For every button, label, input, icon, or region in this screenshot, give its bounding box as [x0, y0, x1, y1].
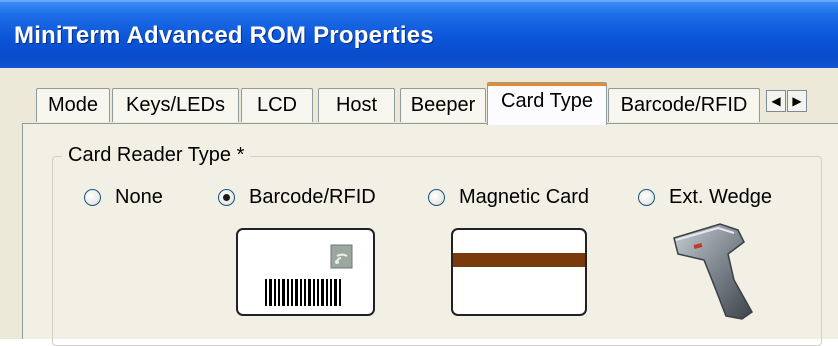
radio-barcode-rfid[interactable]: Barcode/RFID — [218, 184, 376, 210]
barcode-rfid-card-icon — [236, 228, 375, 316]
title-bar[interactable]: MiniTerm Advanced ROM Properties — [0, 0, 838, 68]
tab-label: Keys/LEDs — [126, 94, 225, 116]
tab-strip: Mode Keys/LEDs LCD Host Beeper Card Type… — [0, 68, 838, 125]
tab-host[interactable]: Host — [318, 88, 395, 122]
magnetic-card-icon — [451, 228, 587, 316]
radio-label: Ext. Wedge — [669, 185, 773, 208]
tab-keys-leds[interactable]: Keys/LEDs — [112, 88, 239, 122]
dialog-window: MiniTerm Advanced ROM Properties Mode Ke… — [0, 0, 838, 346]
window-title: MiniTerm Advanced ROM Properties — [14, 22, 434, 49]
radio-circle-icon — [428, 188, 445, 206]
tab-beeper[interactable]: Beeper — [400, 88, 486, 122]
magstripe — [453, 253, 585, 267]
radio-checked-icon — [218, 188, 235, 206]
radio-none[interactable]: None — [84, 184, 163, 210]
group-label: Card Reader Type * — [62, 144, 251, 167]
arrow-left-icon: ◀ — [771, 94, 781, 108]
tab-label: Barcode/RFID — [620, 94, 748, 116]
radio-label: Magnetic Card — [459, 185, 590, 208]
tab-lcd[interactable]: LCD — [241, 88, 313, 122]
tab-label: Card Type — [501, 90, 593, 112]
tab-label: Host — [335, 94, 378, 116]
tab-label: Mode — [47, 94, 99, 116]
radio-circle-icon — [84, 188, 101, 206]
radio-magnetic-card[interactable]: Magnetic Card — [428, 184, 589, 210]
tab-barcode-rfid[interactable]: Barcode/RFID — [608, 88, 760, 122]
radio-ext-wedge[interactable]: Ext. Wedge — [638, 184, 772, 210]
arrow-right-icon: ▶ — [792, 94, 802, 108]
tab-mode[interactable]: Mode — [36, 88, 110, 122]
radio-label: None — [115, 185, 163, 208]
tab-label: LCD — [256, 94, 297, 116]
barcode-scanner-icon — [673, 223, 753, 320]
radio-label: Barcode/RFID — [249, 185, 376, 208]
tab-label: Beeper — [410, 94, 476, 116]
tab-scroll-left-button[interactable]: ◀ — [766, 90, 786, 112]
barcode-rfid-card-graphic — [265, 244, 353, 306]
tab-scroll-right-button[interactable]: ▶ — [787, 90, 807, 112]
tab-card-type[interactable]: Card Type — [487, 82, 607, 125]
radio-circle-icon — [638, 188, 655, 206]
